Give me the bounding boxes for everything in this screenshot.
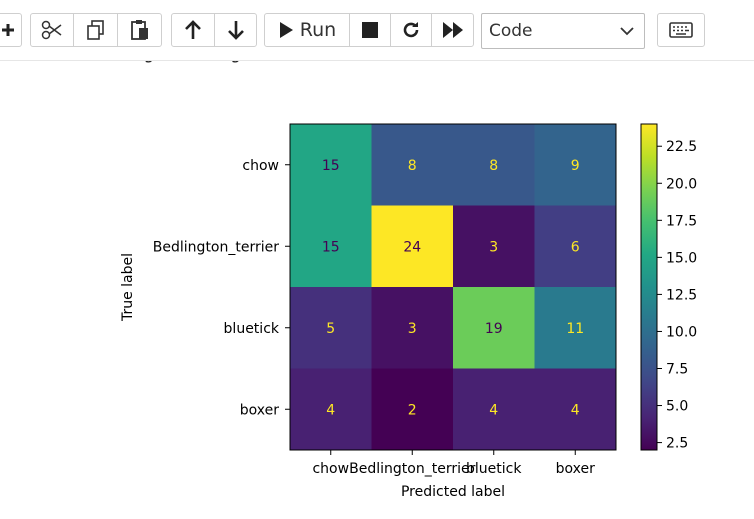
y-tick-label: Bedlington_terrier: [153, 239, 279, 255]
cell-value-label: 8: [489, 158, 498, 174]
x-tick-label: Bedlington_terrier: [349, 461, 475, 477]
cell-value-label: 4: [326, 402, 335, 418]
move-up-button[interactable]: [171, 13, 215, 47]
restart-icon: [403, 22, 419, 38]
colorbar-tick-label: 5.0: [666, 399, 688, 415]
cell-value-label: 3: [489, 239, 498, 255]
cell-value-label: 24: [403, 239, 421, 255]
insert-cell-button[interactable]: [0, 13, 22, 47]
colorbar-tick-label: 15.0: [666, 250, 697, 266]
colorbar-tick-label: 12.5: [666, 287, 697, 303]
y-tick-label: chow: [242, 158, 279, 174]
play-icon: [279, 22, 293, 38]
confusion-matrix-figure: 15 8 8 915 24 3 65 3 19 114 2 4 4 chow Bedlington_ter…: [120, 123, 697, 500]
restart-run-all-button[interactable]: [431, 13, 474, 47]
plus-icon: [2, 24, 14, 36]
copy-button[interactable]: [73, 13, 118, 47]
notebook-toolbar: Run Code: [0, 0, 754, 61]
arrow-down-icon: [227, 21, 244, 40]
y-axis-label: True label: [120, 253, 136, 322]
cell-value-label: 3: [408, 321, 417, 337]
run-button[interactable]: Run: [264, 13, 350, 47]
cell-value-label: 8: [408, 158, 417, 174]
fast-forward-icon: [442, 22, 463, 38]
command-palette-button[interactable]: [657, 13, 705, 47]
restart-button[interactable]: [390, 13, 432, 47]
cell-type-value: Code: [489, 21, 533, 41]
cell-type-select[interactable]: Code: [481, 13, 645, 49]
x-tick-label: bluetick: [466, 461, 522, 477]
paste-button[interactable]: [117, 13, 162, 47]
copy-icon: [86, 20, 104, 40]
run-label: Run: [299, 19, 337, 41]
x-axis-label: Predicted label: [401, 484, 505, 500]
cell-value-label: 4: [489, 402, 498, 418]
colorbar-tick-label: 17.5: [666, 213, 697, 229]
scissors-icon: [41, 20, 62, 40]
cut-button[interactable]: [30, 13, 74, 47]
x-tick-label: boxer: [556, 461, 595, 477]
cell-value-label: 2: [408, 402, 417, 418]
y-tick-label: bluetick: [224, 321, 280, 337]
interrupt-button[interactable]: [349, 13, 391, 47]
colorbar-tick-label: 2.5: [666, 436, 688, 452]
arrow-up-icon: [185, 20, 201, 39]
cell-value-label: 4: [571, 402, 580, 418]
y-tick-label: boxer: [240, 402, 279, 418]
colorbar-tick-label: 22.5: [666, 139, 697, 155]
x-tick-label: chow: [312, 461, 349, 477]
cell-value-label: 5: [326, 321, 335, 337]
cell-value-label: 15: [322, 239, 340, 255]
colorbar-tick-label: 7.5: [666, 362, 688, 378]
cell-value-label: 11: [566, 321, 584, 337]
cell-value-label: 15: [322, 158, 340, 174]
keyboard-icon: [669, 22, 693, 38]
cell-value-label: 9: [571, 158, 580, 174]
paste-icon: [130, 20, 148, 40]
chevron-down-icon: [620, 27, 634, 36]
stop-icon: [362, 22, 378, 38]
move-down-button[interactable]: [214, 13, 257, 47]
cell-value-label: 19: [485, 321, 503, 337]
colorbar-tick-label: 10.0: [666, 324, 697, 340]
cell-value-label: 6: [571, 239, 580, 255]
colorbar-tick-label: 20.0: [666, 176, 697, 192]
colorbar: [640, 123, 658, 451]
